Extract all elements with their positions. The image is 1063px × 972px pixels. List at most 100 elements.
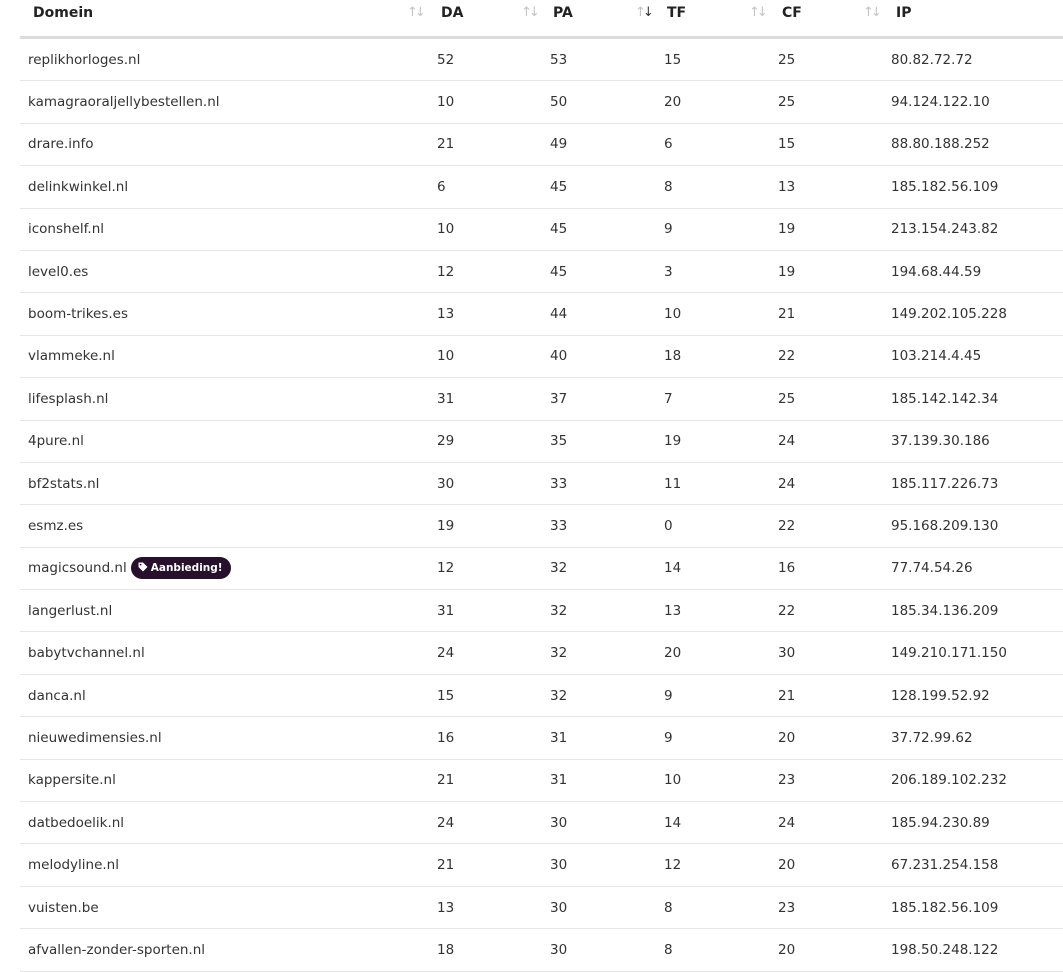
table-row[interactable]: langerlust.nl 31 32 13 22 185.34.136.209: [20, 589, 1063, 633]
pa-cell: 30: [546, 843, 660, 887]
table-row[interactable]: kappersite.nl 21 31 10 23 206.189.102.232: [20, 759, 1063, 803]
table-row[interactable]: babytvchannel.nl 24 32 20 30 149.210.171.150: [20, 631, 1063, 675]
cf-cell: 24: [774, 801, 888, 845]
domain-name[interactable]: afvallen-zonder-sporten.nl: [28, 942, 205, 958]
da-cell: 30: [432, 462, 546, 506]
table-row[interactable]: 4pure.nl 29 35 19 24 37.139.30.186: [20, 420, 1063, 463]
column-header-domain[interactable]: Domein ↑↓: [20, 0, 432, 39]
sort-arrows-icon[interactable]: ↑↓: [749, 5, 768, 20]
table-row[interactable]: delinkwinkel.nl 6 45 8 13 185.182.56.109: [20, 165, 1063, 209]
domain-name[interactable]: melodyline.nl: [28, 857, 119, 873]
column-header-pa[interactable]: PA ↑↓: [546, 0, 660, 39]
table-row[interactable]: lifesplash.nl 31 37 7 25 185.142.142.34: [20, 377, 1063, 421]
domain-name[interactable]: vlammeke.nl: [28, 348, 115, 364]
domain-name[interactable]: esmz.es: [28, 518, 83, 534]
pa-cell: 53: [546, 37, 660, 82]
pa-cell: 30: [546, 928, 660, 972]
domain-name[interactable]: replikhorloges.nl: [28, 52, 140, 68]
domain-name[interactable]: danca.nl: [28, 688, 86, 704]
domain-name[interactable]: delinkwinkel.nl: [28, 179, 128, 195]
table-row[interactable]: boom-trikes.es 13 44 10 21 149.202.105.228: [20, 292, 1063, 336]
tf-cell: 7: [660, 377, 774, 421]
domain-name[interactable]: level0.es: [28, 264, 88, 280]
domain-name[interactable]: boom-trikes.es: [28, 306, 128, 322]
header-row: Domein ↑↓ DA ↑↓ PA ↑↓ TF ↑↓ CF ↑↓ IP: [20, 0, 1063, 39]
table-row[interactable]: replikhorloges.nl 52 53 15 25 80.82.72.72: [20, 37, 1063, 82]
domain-name[interactable]: kamagraoraljellybestellen.nl: [28, 94, 220, 110]
domain-cell: level0.es: [20, 250, 432, 294]
da-cell: 12: [432, 547, 546, 591]
column-header-da[interactable]: DA ↑↓: [432, 0, 546, 39]
table-row[interactable]: magicsound.nl Aanbieding! 12 32 14 16 77.74.54…: [20, 547, 1063, 591]
ip-cell: 67.231.254.158: [888, 843, 1063, 887]
pa-cell: 49: [546, 123, 660, 167]
column-header-ip[interactable]: IP: [888, 0, 1063, 39]
domain-cell: iconshelf.nl: [20, 208, 432, 251]
table-row[interactable]: esmz.es 19 33 0 22 95.168.209.130: [20, 504, 1063, 548]
column-header-cf[interactable]: CF ↑↓: [774, 0, 888, 39]
cf-cell: 25: [774, 37, 888, 82]
da-cell: 18: [432, 928, 546, 972]
table-row[interactable]: afvallen-zonder-sporten.nl 18 30 8 20 198.50.…: [20, 928, 1063, 972]
sort-arrows-icon[interactable]: ↑↓: [521, 5, 540, 20]
tf-cell: 9: [660, 674, 774, 718]
sort-arrows-icon[interactable]: ↑↓: [863, 5, 882, 20]
da-cell: 15: [432, 674, 546, 718]
table-row[interactable]: datbedoelik.nl 24 30 14 24 185.94.230.89: [20, 801, 1063, 845]
tf-cell: 6: [660, 123, 774, 167]
tf-cell: 18: [660, 335, 774, 379]
table-row[interactable]: kamagraoraljellybestellen.nl 10 50 20 25 94.1…: [20, 80, 1063, 124]
cf-cell: 21: [774, 292, 888, 336]
domain-table-container: Domein ↑↓ DA ↑↓ PA ↑↓ TF ↑↓ CF ↑↓ IP rep…: [20, 0, 1063, 972]
domain-name[interactable]: langerlust.nl: [28, 603, 112, 619]
cf-cell: 13: [774, 165, 888, 209]
table-row[interactable]: vlammeke.nl 10 40 18 22 103.214.4.45: [20, 335, 1063, 379]
pa-cell: 32: [546, 547, 660, 591]
da-cell: 31: [432, 377, 546, 421]
pa-cell: 30: [546, 886, 660, 930]
table-body: replikhorloges.nl 52 53 15 25 80.82.72.72 kama…: [20, 37, 1063, 972]
pa-cell: 31: [546, 716, 660, 760]
table-row[interactable]: danca.nl 15 32 9 21 128.199.52.92: [20, 674, 1063, 718]
da-cell: 24: [432, 801, 546, 845]
table-row[interactable]: level0.es 12 45 3 19 194.68.44.59: [20, 250, 1063, 294]
cf-cell: 24: [774, 420, 888, 463]
table-row[interactable]: drare.info 21 49 6 15 88.80.188.252: [20, 123, 1063, 167]
domain-name[interactable]: datbedoelik.nl: [28, 815, 124, 831]
table-row[interactable]: iconshelf.nl 10 45 9 19 213.154.243.82: [20, 208, 1063, 251]
cf-cell: 25: [774, 377, 888, 421]
ip-cell: 103.214.4.45: [888, 335, 1063, 379]
table-row[interactable]: nieuwedimensies.nl 16 31 9 20 37.72.99.62: [20, 716, 1063, 760]
cf-cell: 15: [774, 123, 888, 167]
ip-cell: 149.202.105.228: [888, 292, 1063, 336]
domain-name[interactable]: magicsound.nl: [28, 560, 127, 576]
sort-arrows-icon[interactable]: ↑↓: [407, 5, 426, 20]
domain-name[interactable]: iconshelf.nl: [28, 221, 104, 237]
domain-name[interactable]: drare.info: [28, 136, 94, 152]
offer-badge: Aanbieding!: [130, 557, 231, 580]
domain-name[interactable]: lifesplash.nl: [28, 391, 108, 407]
tf-cell: 8: [660, 886, 774, 930]
tf-cell: 19: [660, 420, 774, 463]
domain-name[interactable]: nieuwedimensies.nl: [28, 730, 162, 746]
pa-cell: 33: [546, 504, 660, 548]
domain-name[interactable]: 4pure.nl: [28, 433, 84, 449]
da-cell: 31: [432, 589, 546, 633]
domain-name[interactable]: bf2stats.nl: [28, 476, 99, 492]
tf-cell: 10: [660, 292, 774, 336]
da-cell: 6: [432, 165, 546, 209]
da-cell: 10: [432, 335, 546, 379]
table-row[interactable]: vuisten.be 13 30 8 23 185.182.56.109: [20, 886, 1063, 930]
da-cell: 24: [432, 631, 546, 675]
ip-cell: 185.182.56.109: [888, 165, 1063, 209]
table-row[interactable]: melodyline.nl 21 30 12 20 67.231.254.158: [20, 843, 1063, 887]
column-header-tf[interactable]: TF ↑↓: [660, 0, 774, 39]
domain-name[interactable]: babytvchannel.nl: [28, 645, 145, 661]
table-row[interactable]: bf2stats.nl 30 33 11 24 185.117.226.73: [20, 462, 1063, 506]
domain-name[interactable]: vuisten.be: [28, 900, 99, 916]
domain-name[interactable]: kappersite.nl: [28, 772, 116, 788]
cf-cell: 21: [774, 674, 888, 718]
pa-cell: 33: [546, 462, 660, 506]
cf-cell: 22: [774, 335, 888, 379]
sort-arrows-icon-active[interactable]: ↑↓: [635, 5, 654, 20]
